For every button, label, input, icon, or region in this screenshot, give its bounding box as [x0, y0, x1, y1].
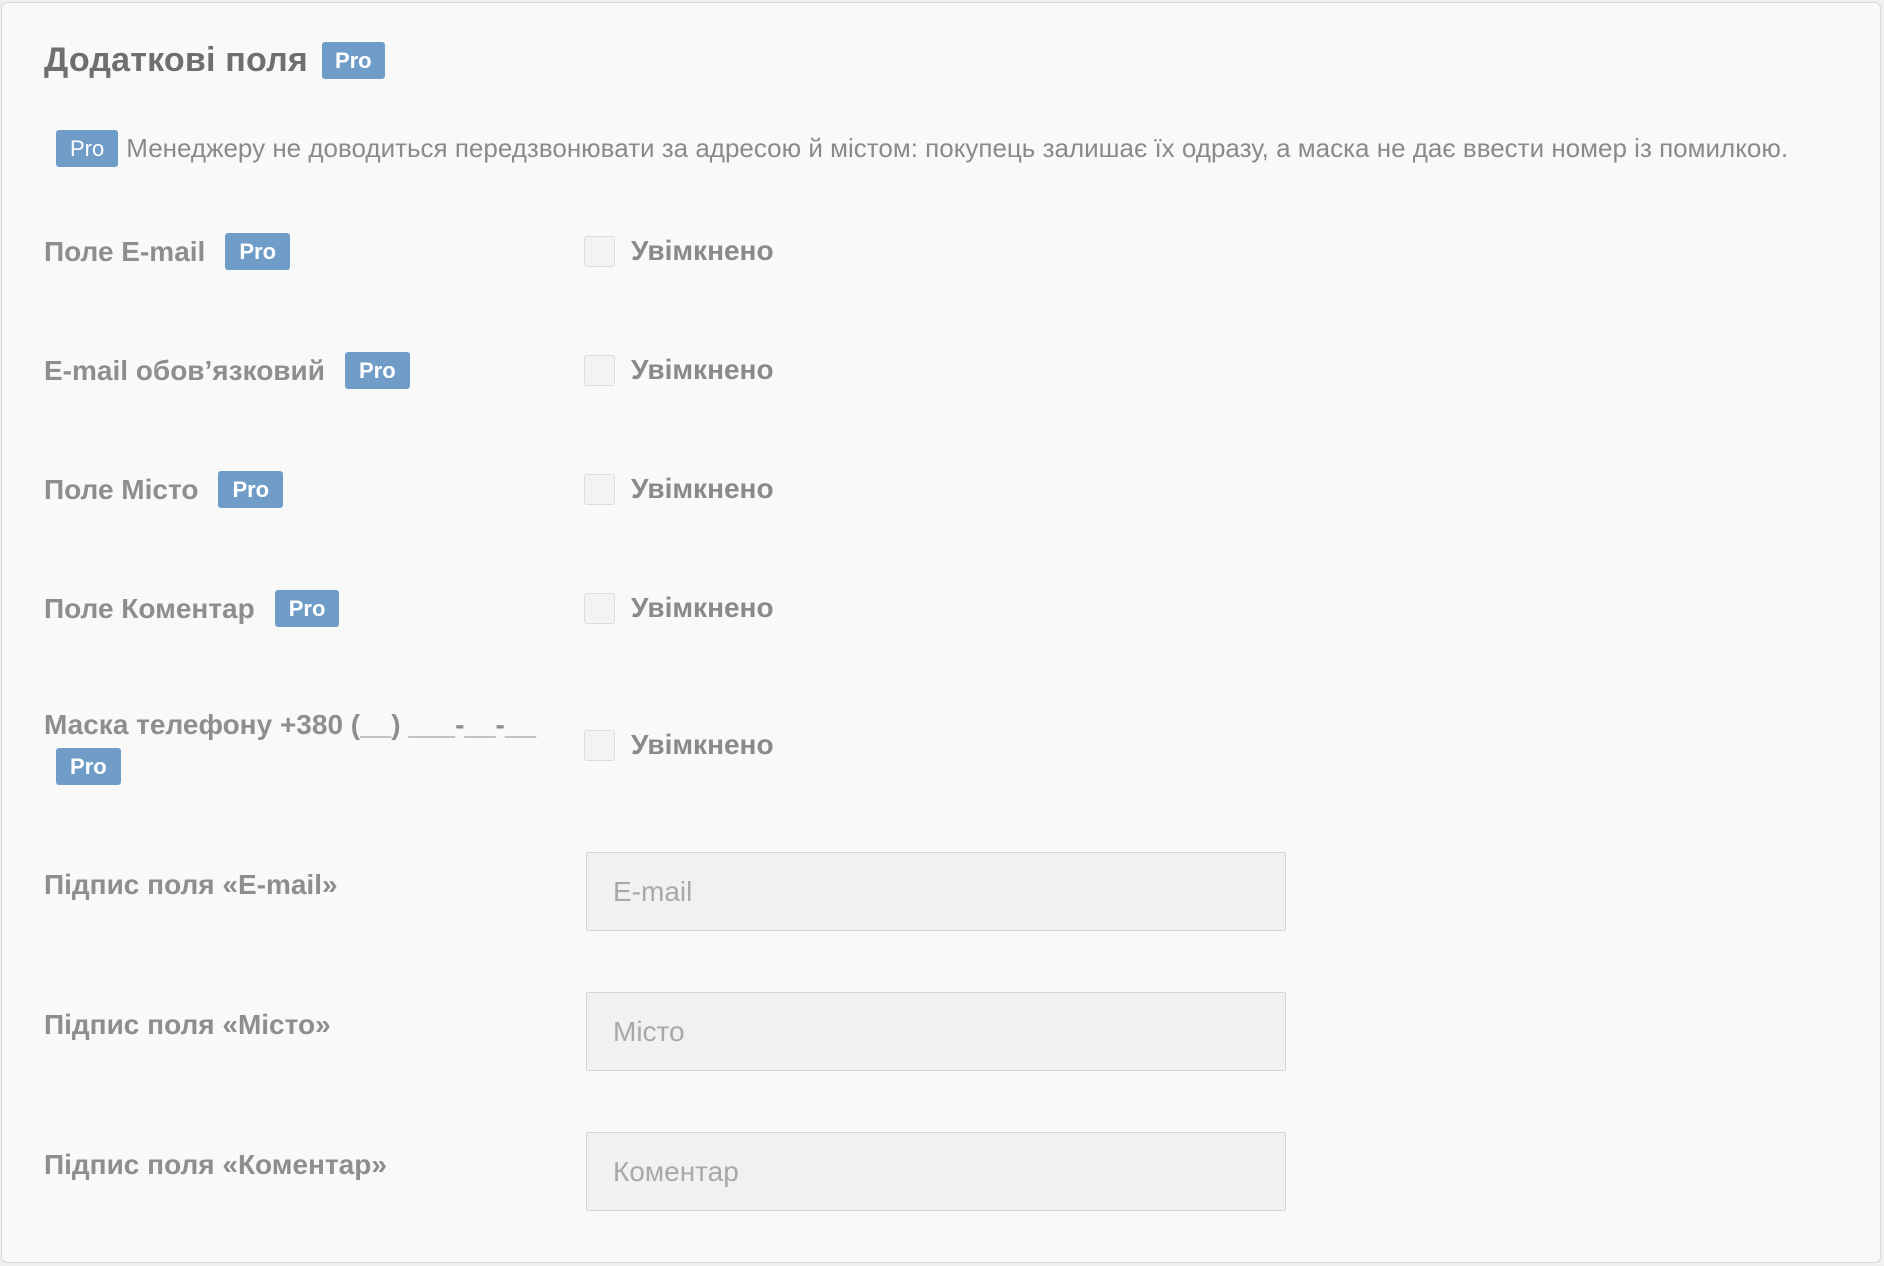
toggle-label: E-mail обов’язковий — [44, 354, 325, 386]
pro-badge: Pro — [321, 42, 385, 79]
pro-badge: Pro — [218, 471, 284, 508]
toggle-label: Поле Місто — [44, 473, 199, 505]
input-label: Підпис поля «E-mail» — [44, 869, 338, 900]
comment-field-toggle[interactable]: Увімкнено — [584, 592, 774, 624]
email-caption-label: Підпис поля «E-mail» — [44, 869, 338, 901]
toggle-label: Поле E-mail — [44, 235, 206, 267]
comment-field-label: Поле Коментар Pro — [44, 590, 340, 627]
comment-caption-label: Підпис поля «Коментар» — [44, 1149, 387, 1181]
section-description: Pro Менеджеру не доводиться передзвонюва… — [56, 130, 1788, 167]
city-field-label: Поле Місто Pro — [44, 471, 284, 508]
email-required-checkbox[interactable] — [584, 354, 615, 386]
email-field-checkbox[interactable] — [584, 235, 615, 267]
section-header: Додаткові поля Pro — [44, 41, 385, 80]
checkbox-label[interactable]: Увімкнено — [631, 473, 774, 505]
pro-badge: Pro — [344, 352, 410, 389]
pro-badge: Pro — [274, 590, 340, 627]
email-required-toggle[interactable]: Увімкнено — [584, 354, 774, 386]
input-label: Підпис поля «Коментар» — [44, 1149, 387, 1180]
city-field-toggle[interactable]: Увімкнено — [584, 473, 774, 505]
phone-mask-toggle[interactable]: Увімкнено — [584, 729, 774, 761]
email-field-toggle[interactable]: Увімкнено — [584, 235, 774, 267]
checkbox-label[interactable]: Увімкнено — [631, 729, 774, 761]
email-field-label: Поле E-mail Pro — [44, 233, 291, 270]
checkbox-label[interactable]: Увімкнено — [631, 354, 774, 386]
comment-caption-input[interactable] — [586, 1132, 1286, 1211]
additional-fields-panel: Додаткові поля Pro Pro Менеджеру не дово… — [1, 2, 1881, 1263]
email-caption-input[interactable] — [586, 852, 1286, 931]
pro-badge: Pro — [56, 130, 119, 167]
checkbox-label[interactable]: Увімкнено — [631, 235, 774, 267]
pro-badge: Pro — [56, 748, 121, 785]
pro-badge: Pro — [225, 233, 291, 270]
toggle-label: Поле Коментар — [44, 592, 255, 624]
city-field-checkbox[interactable] — [584, 473, 615, 505]
input-label: Підпис поля «Місто» — [44, 1009, 331, 1040]
city-caption-label: Підпис поля «Місто» — [44, 1009, 331, 1041]
section-title: Додаткові поля — [44, 41, 308, 79]
description-text: Менеджеру не доводиться передзвонювати з… — [126, 133, 1789, 163]
email-required-label: E-mail обов’язковий Pro — [44, 352, 410, 389]
checkbox-label[interactable]: Увімкнено — [631, 592, 774, 624]
city-caption-input[interactable] — [586, 992, 1286, 1071]
phone-mask-label: Маска телефону +380 (__) ___-__-__ — [44, 709, 537, 740]
phone-mask-checkbox[interactable] — [584, 729, 615, 761]
comment-field-checkbox[interactable] — [584, 592, 615, 624]
